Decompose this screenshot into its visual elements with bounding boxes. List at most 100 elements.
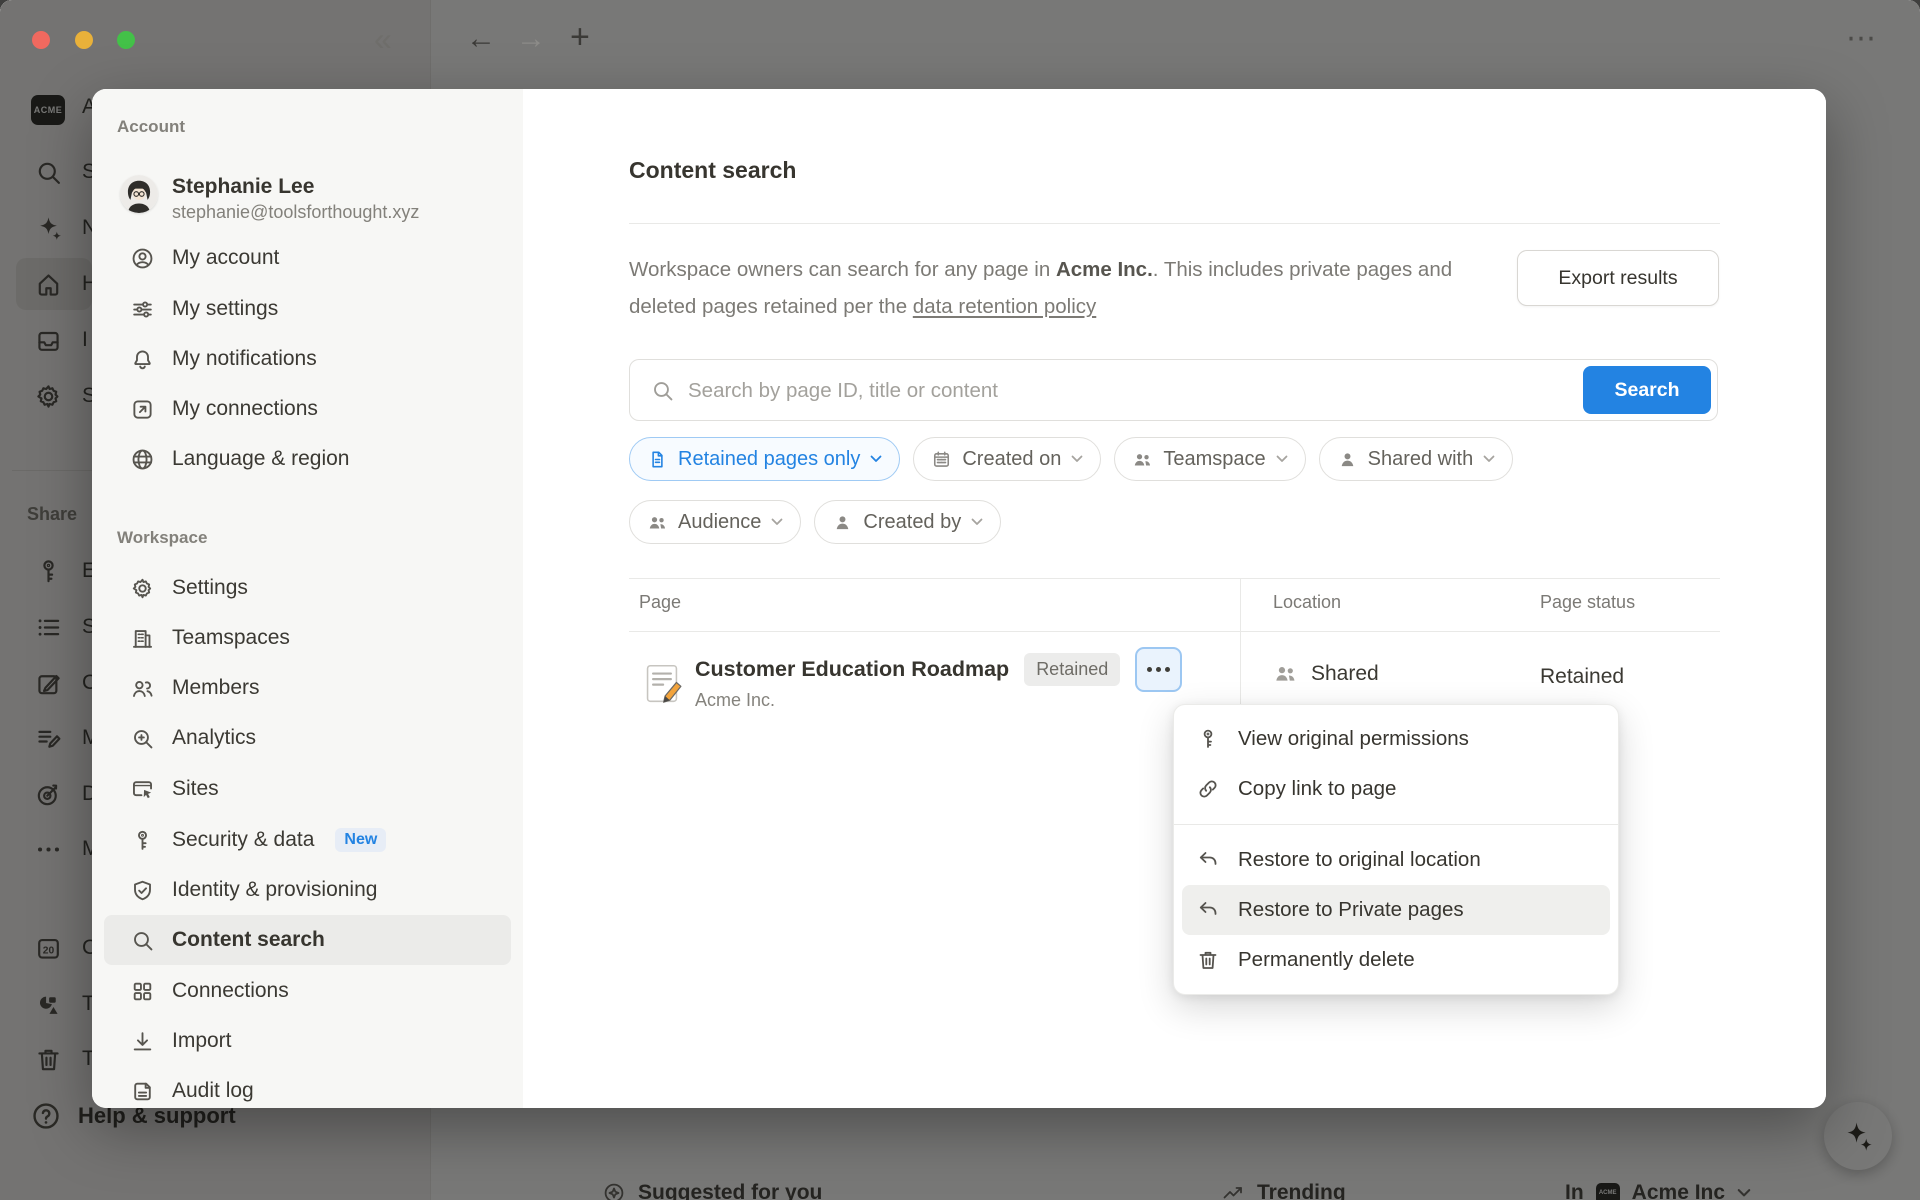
grid-icon	[130, 979, 155, 1004]
table-row[interactable]: Customer Education Roadmap Retained	[695, 647, 1182, 692]
search-icon	[130, 928, 155, 953]
key-icon	[130, 828, 155, 853]
chevron-down-icon	[1483, 455, 1495, 463]
user-name: Stephanie Lee	[172, 175, 419, 199]
location-cell: Shared	[1273, 661, 1379, 686]
sidebar-item-identity-provisioning[interactable]: Identity & provisioning	[104, 865, 511, 915]
trash-icon	[1196, 948, 1220, 972]
forward-icon[interactable]: →	[516, 24, 546, 54]
magnifier-plus-icon	[130, 726, 155, 751]
people-icon	[647, 512, 668, 533]
download-icon	[130, 1029, 155, 1054]
column-header-page-status: Page status	[1540, 592, 1635, 613]
bell-icon	[130, 347, 155, 372]
column-header-location: Location	[1273, 592, 1341, 613]
chevron-down-icon	[971, 518, 983, 526]
person-icon	[832, 512, 853, 533]
settings-sidebar: Account Stephanie Lee stephanie@toolsfor…	[92, 89, 524, 1108]
user-email: stephanie@toolsforthought.xyz	[172, 199, 419, 225]
restore-undo-icon	[1196, 898, 1220, 922]
chevron-down-icon	[771, 518, 783, 526]
menu-item-restore-original-location[interactable]: Restore to original location	[1182, 835, 1610, 885]
menu-item-copy-link[interactable]: Copy link to page	[1182, 764, 1610, 814]
search-icon	[650, 378, 675, 403]
globe-icon	[130, 447, 155, 472]
settings-modal: Account Stephanie Lee stephanie@toolsfor…	[92, 89, 1826, 1108]
sidebar-item-my-account[interactable]: My account	[104, 233, 511, 283]
sidebar-item-import[interactable]: Import	[104, 1016, 511, 1066]
sidebar-item-security-data[interactable]: Security & data New	[104, 815, 511, 865]
new-badge: New	[335, 828, 386, 852]
zoom-window-button[interactable]	[117, 31, 135, 49]
page-workspace-subtitle: Acme Inc.	[695, 690, 775, 711]
audit-log-icon	[130, 1079, 155, 1104]
table-header-border	[629, 631, 1720, 632]
new-tab-icon[interactable]: +	[570, 22, 590, 52]
data-retention-policy-link[interactable]: data retention policy	[913, 295, 1096, 318]
people-icon	[1273, 661, 1298, 686]
search-bar: Search	[629, 359, 1718, 421]
sidebar-item-content-search[interactable]: Content search	[104, 915, 511, 965]
sliders-icon	[130, 297, 155, 322]
filter-row-1: Retained pages only Created on Teamspace…	[629, 437, 1513, 481]
page-title: Content search	[629, 157, 796, 184]
account-user-row[interactable]: Stephanie Lee stephanie@toolsforthought.…	[120, 175, 419, 225]
avatar	[120, 175, 158, 213]
notion-window: ACME Share	[0, 0, 1920, 1200]
browser-cursor-icon	[130, 777, 155, 802]
person-circle-icon	[130, 246, 155, 271]
filter-shared-with[interactable]: Shared with	[1319, 437, 1514, 481]
gear-icon	[130, 576, 155, 601]
chevron-down-icon	[870, 455, 882, 463]
sidebar-item-my-connections[interactable]: My connections	[104, 384, 511, 434]
retained-badge: Retained	[1024, 653, 1120, 686]
filter-retained-pages-only[interactable]: Retained pages only	[629, 437, 900, 481]
close-window-button[interactable]	[32, 31, 50, 49]
external-link-square-icon	[130, 397, 155, 422]
workspace-name: Acme Inc.	[1056, 258, 1153, 281]
column-header-page: Page	[639, 592, 681, 613]
search-input[interactable]	[686, 366, 1560, 416]
filter-created-by[interactable]: Created by	[814, 500, 1001, 544]
more-options-icon[interactable]: ⋯	[1846, 24, 1878, 54]
workspace-section-header: Workspace	[117, 528, 207, 548]
minimize-window-button[interactable]	[75, 31, 93, 49]
sidebar-item-teamspaces[interactable]: Teamspaces	[104, 613, 511, 663]
account-section-header: Account	[117, 117, 185, 137]
menu-item-restore-private-pages[interactable]: Restore to Private pages	[1182, 885, 1610, 935]
page-title-cell[interactable]: Customer Education Roadmap	[695, 657, 1009, 682]
page-description: Workspace owners can search for any page…	[629, 251, 1509, 325]
page-memo-icon	[642, 663, 682, 705]
back-icon[interactable]: ←	[466, 24, 496, 54]
sidebar-item-sites[interactable]: Sites	[104, 764, 511, 814]
row-actions-context-menu: View original permissions Copy link to p…	[1173, 704, 1619, 995]
filter-teamspace[interactable]: Teamspace	[1114, 437, 1305, 481]
link-icon	[1196, 777, 1220, 801]
table-top-border	[629, 578, 1720, 579]
menu-divider	[1174, 824, 1618, 825]
chevron-down-icon	[1071, 455, 1083, 463]
search-button[interactable]: Search	[1583, 366, 1711, 414]
menu-item-permanently-delete[interactable]: Permanently delete	[1182, 935, 1610, 985]
export-results-button[interactable]: Export results	[1517, 250, 1719, 306]
filter-row-2: Audience Created by	[629, 500, 1001, 544]
sidebar-item-settings[interactable]: Settings	[104, 563, 511, 613]
sidebar-item-language-region[interactable]: Language & region	[104, 434, 511, 484]
filter-created-on[interactable]: Created on	[913, 437, 1101, 481]
row-more-actions-button[interactable]	[1135, 647, 1182, 692]
person-icon	[1337, 449, 1358, 470]
collapse-sidebar-icon[interactable]: «	[374, 24, 392, 54]
sidebar-item-audit-log[interactable]: Audit log	[104, 1066, 511, 1108]
sidebar-item-my-settings[interactable]: My settings	[104, 284, 511, 334]
menu-item-view-original-permissions[interactable]: View original permissions	[1182, 714, 1610, 764]
sidebar-item-connections[interactable]: Connections	[104, 966, 511, 1016]
filter-audience[interactable]: Audience	[629, 500, 801, 544]
sidebar-item-analytics[interactable]: Analytics	[104, 713, 511, 763]
document-icon	[647, 449, 668, 470]
sidebar-item-my-notifications[interactable]: My notifications	[104, 334, 511, 384]
restore-undo-icon	[1196, 848, 1220, 872]
sidebar-item-members[interactable]: Members	[104, 663, 511, 713]
people-icon	[130, 676, 155, 701]
calendar-icon	[931, 449, 952, 470]
content-search-panel: Content search Workspace owners can sear…	[523, 89, 1826, 1108]
